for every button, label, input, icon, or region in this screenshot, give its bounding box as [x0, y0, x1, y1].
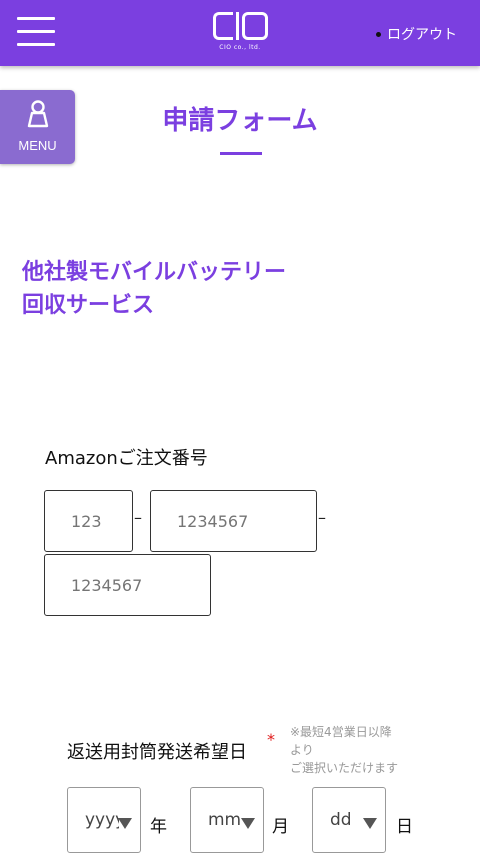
order-number-part2-input[interactable]: [150, 490, 317, 552]
chevron-down-icon: [118, 818, 132, 829]
order-number-part1-input[interactable]: [44, 490, 133, 552]
logo-subtext: CIO co., ltd.: [219, 44, 261, 51]
order-separator-2: –: [318, 508, 326, 527]
menu-label: MENU: [18, 138, 57, 153]
chevron-down-icon: [241, 818, 255, 829]
order-separator-1: –: [134, 508, 142, 527]
required-mark: *: [267, 730, 275, 749]
amazon-order-label: Amazonご注文番号: [45, 448, 208, 469]
date-note: ※最短4営業日以降 より ご選択いただけます: [290, 723, 420, 777]
date-note-line-3: ご選択いただけます: [290, 761, 399, 775]
return-envelope-date-label: 返送用封筒発送希望日: [67, 742, 247, 763]
page-title: 申請フォーム: [162, 106, 318, 136]
service-title-line-2: 回収サービス: [22, 293, 155, 318]
month-select[interactable]: mm: [190, 787, 264, 853]
date-note-line-2: より: [290, 743, 314, 757]
day-unit: 日: [396, 817, 413, 837]
service-title-line-1: 他社製モバイルバッテリー: [22, 260, 287, 285]
service-title: 他社製モバイルバッテリー 回収サービス: [22, 256, 286, 322]
year-select[interactable]: yyyy: [67, 787, 141, 853]
month-unit: 月: [272, 817, 289, 837]
year-select-value: yyyy: [85, 810, 119, 830]
date-note-line-1: ※最短4営業日以降: [290, 725, 392, 739]
bullet-icon: [376, 31, 381, 37]
hamburger-menu-icon[interactable]: [17, 17, 55, 47]
day-select[interactable]: dd: [312, 787, 386, 853]
day-select-value: dd: [330, 810, 352, 830]
order-number-part3-input[interactable]: [44, 554, 211, 616]
month-select-value: mm: [208, 810, 242, 830]
cio-logo[interactable]: CIO co., ltd.: [210, 12, 270, 58]
app-header: CIO co., ltd. ログアウト: [0, 0, 480, 66]
logo-mark: [210, 12, 270, 40]
logout-label: ログアウト: [387, 27, 457, 43]
chevron-down-icon: [363, 818, 377, 829]
year-unit: 年: [150, 817, 167, 837]
logout-link[interactable]: ログアウト: [376, 24, 457, 44]
title-underline: [220, 152, 262, 155]
